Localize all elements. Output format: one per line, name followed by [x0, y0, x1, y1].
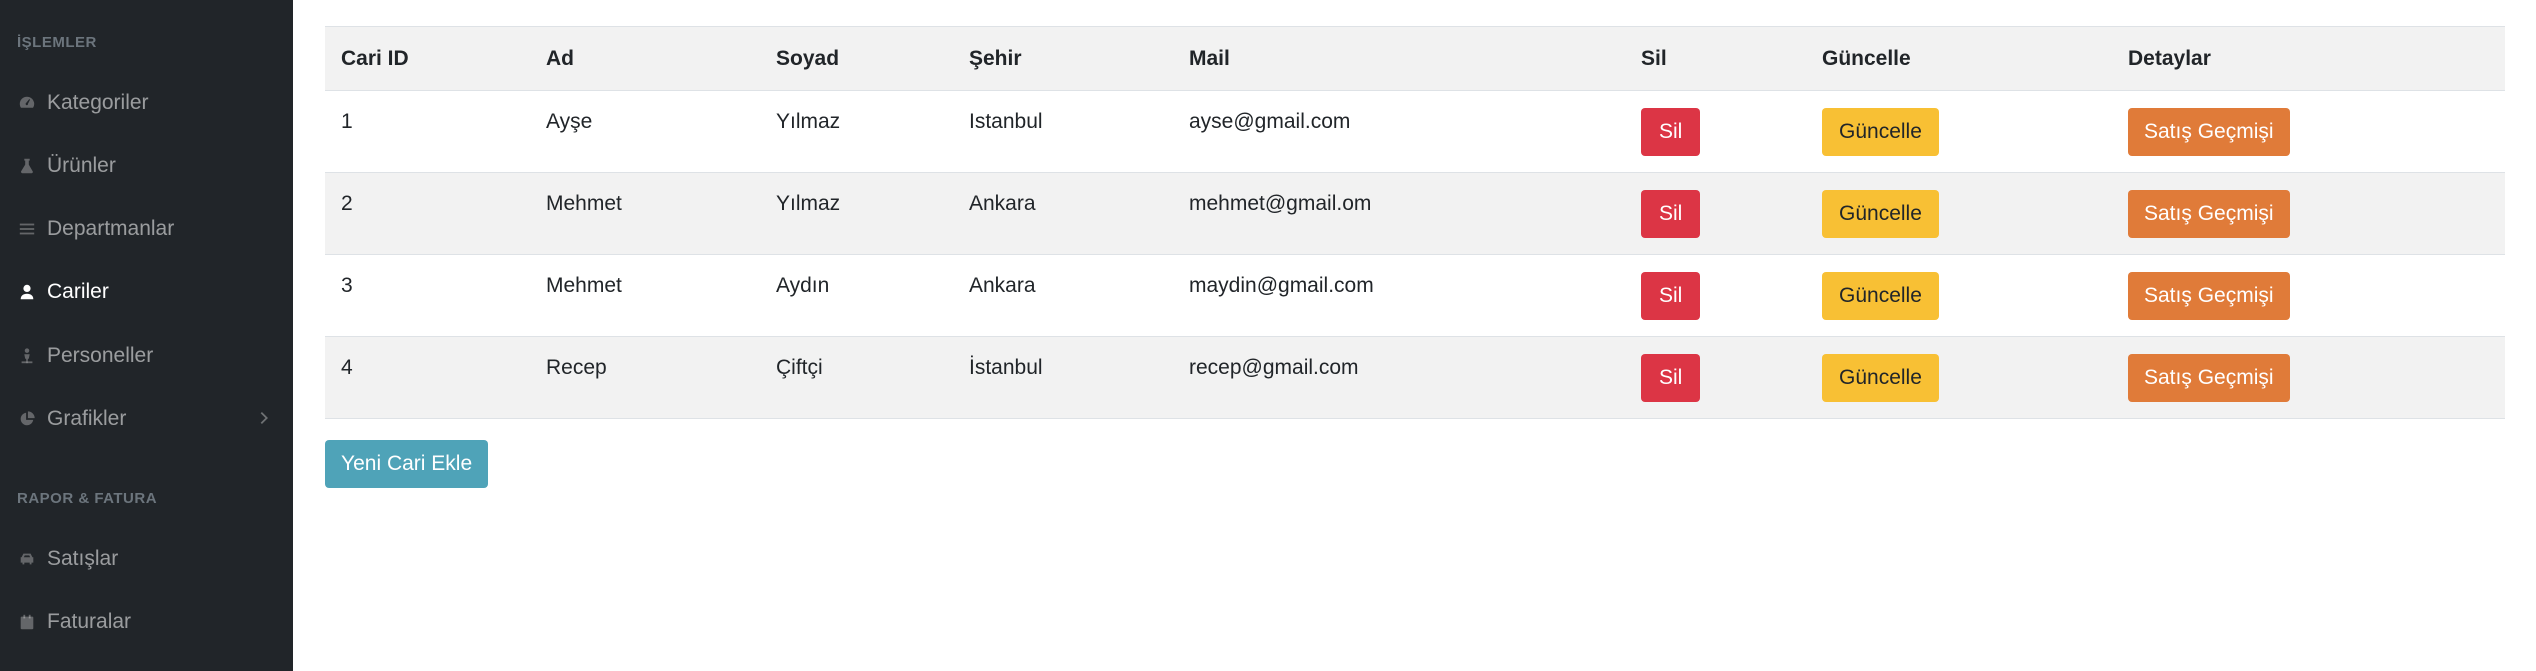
calendar-icon	[16, 611, 38, 633]
person-icon	[16, 345, 38, 367]
cell-mail: recep@gmail.com	[1173, 336, 1625, 419]
table-row: 4 Recep Çiftçi İstanbul recep@gmail.com …	[325, 336, 2505, 419]
sidebar-item-label: Ürünler	[47, 154, 116, 177]
delete-button[interactable]: Sil	[1641, 189, 1701, 238]
column-header-sehir: Şehir	[953, 26, 1173, 91]
cell-sehir: Istanbul	[953, 90, 1173, 173]
cell-guncelle: Güncelle	[1806, 90, 2112, 173]
table-row: 3 Mehmet Aydın Ankara maydin@gmail.com S…	[325, 254, 2505, 337]
sidebar-section-header: RAPOR & FATURA	[17, 490, 158, 507]
sidebar-item-label: Satışlar	[47, 547, 119, 570]
sales-history-button[interactable]: Satış Geçmişi	[2128, 271, 2290, 320]
sidebar-item-urunler[interactable]: Ürünler	[0, 144, 293, 188]
column-header-detaylar: Detaylar	[2112, 26, 2505, 91]
sidebar-item-label: Cariler	[47, 280, 109, 303]
sidebar-item-satislar[interactable]: Satışlar	[0, 537, 293, 581]
cell-sehir: Ankara	[953, 254, 1173, 337]
update-button[interactable]: Güncelle	[1822, 271, 1939, 320]
sidebar-item-label: Departmanlar	[47, 217, 175, 240]
cell-mail: mehmet@gmail.om	[1173, 172, 1625, 255]
car-icon	[16, 548, 38, 570]
cell-guncelle: Güncelle	[1806, 172, 2112, 255]
sidebar-section-header: İŞLEMLER	[17, 34, 97, 51]
cell-ad: Mehmet	[530, 172, 760, 255]
sidebar-item-faturalar[interactable]: Faturalar	[0, 600, 293, 644]
cell-soyad: Aydın	[760, 254, 953, 337]
cell-guncelle: Güncelle	[1806, 336, 2112, 419]
cell-id: 1	[325, 90, 530, 173]
column-header-guncelle: Güncelle	[1806, 26, 2112, 91]
column-header-soyad: Soyad	[760, 26, 953, 91]
sidebar-item-cariler[interactable]: Cariler	[0, 270, 293, 314]
table-row: 1 Ayşe Yılmaz Istanbul ayse@gmail.com Si…	[325, 90, 2505, 173]
column-header-cari-id: Cari ID	[325, 26, 530, 91]
cell-sil: Sil	[1625, 90, 1806, 173]
cell-sil: Sil	[1625, 336, 1806, 419]
cell-soyad: Çiftçi	[760, 336, 953, 419]
sidebar: İŞLEMLER Kategoriler Ürünler Departmanla…	[0, 0, 293, 671]
sales-history-button[interactable]: Satış Geçmişi	[2128, 189, 2290, 238]
sidebar-item-grafikler[interactable]: Grafikler	[0, 397, 293, 441]
cell-ad: Ayşe	[530, 90, 760, 173]
cell-soyad: Yılmaz	[760, 172, 953, 255]
cell-sehir: Ankara	[953, 172, 1173, 255]
column-header-mail: Mail	[1173, 26, 1625, 91]
cell-sil: Sil	[1625, 254, 1806, 337]
column-header-ad: Ad	[530, 26, 760, 91]
cell-detaylar: Satış Geçmişi	[2112, 90, 2505, 173]
sidebar-item-label: Grafikler	[47, 407, 127, 430]
sidebar-item-departmanlar[interactable]: Departmanlar	[0, 207, 293, 251]
cell-sil: Sil	[1625, 172, 1806, 255]
cell-soyad: Yılmaz	[760, 90, 953, 173]
pie-chart-icon	[16, 408, 38, 430]
cell-detaylar: Satış Geçmişi	[2112, 336, 2505, 419]
cariler-table: Cari ID Ad Soyad Şehir Mail Sil Güncelle…	[325, 26, 2505, 419]
cell-guncelle: Güncelle	[1806, 254, 2112, 337]
delete-button[interactable]: Sil	[1641, 353, 1701, 402]
update-button[interactable]: Güncelle	[1822, 189, 1939, 238]
cell-id: 3	[325, 254, 530, 337]
table-row: 2 Mehmet Yılmaz Ankara mehmet@gmail.om S…	[325, 172, 2505, 255]
update-button[interactable]: Güncelle	[1822, 353, 1939, 402]
cell-mail: maydin@gmail.com	[1173, 254, 1625, 337]
cell-id: 4	[325, 336, 530, 419]
column-header-sil: Sil	[1625, 26, 1806, 91]
sidebar-item-label: Personeller	[47, 344, 154, 367]
cell-id: 2	[325, 172, 530, 255]
gauge-icon	[16, 92, 38, 114]
sidebar-item-personeller[interactable]: Personeller	[0, 334, 293, 378]
delete-button[interactable]: Sil	[1641, 107, 1701, 156]
sidebar-item-label: Kategoriler	[47, 91, 149, 114]
sidebar-item-label: Faturalar	[47, 610, 132, 633]
user-icon	[16, 281, 38, 303]
list-icon	[16, 218, 38, 240]
cell-mail: ayse@gmail.com	[1173, 90, 1625, 173]
cell-ad: Mehmet	[530, 254, 760, 337]
flask-icon	[16, 155, 38, 177]
cell-sehir: İstanbul	[953, 336, 1173, 419]
chevron-right-icon	[260, 411, 268, 425]
sidebar-item-kategoriler[interactable]: Kategoriler	[0, 81, 293, 125]
cell-detaylar: Satış Geçmişi	[2112, 254, 2505, 337]
update-button[interactable]: Güncelle	[1822, 107, 1939, 156]
table-header-row: Cari ID Ad Soyad Şehir Mail Sil Güncelle…	[325, 26, 2505, 91]
sales-history-button[interactable]: Satış Geçmişi	[2128, 107, 2290, 156]
delete-button[interactable]: Sil	[1641, 271, 1701, 320]
cell-detaylar: Satış Geçmişi	[2112, 172, 2505, 255]
cell-ad: Recep	[530, 336, 760, 419]
main-content: Cari ID Ad Soyad Şehir Mail Sil Güncelle…	[293, 0, 2536, 671]
sales-history-button[interactable]: Satış Geçmişi	[2128, 353, 2290, 402]
add-cari-button[interactable]: Yeni Cari Ekle	[325, 440, 489, 488]
